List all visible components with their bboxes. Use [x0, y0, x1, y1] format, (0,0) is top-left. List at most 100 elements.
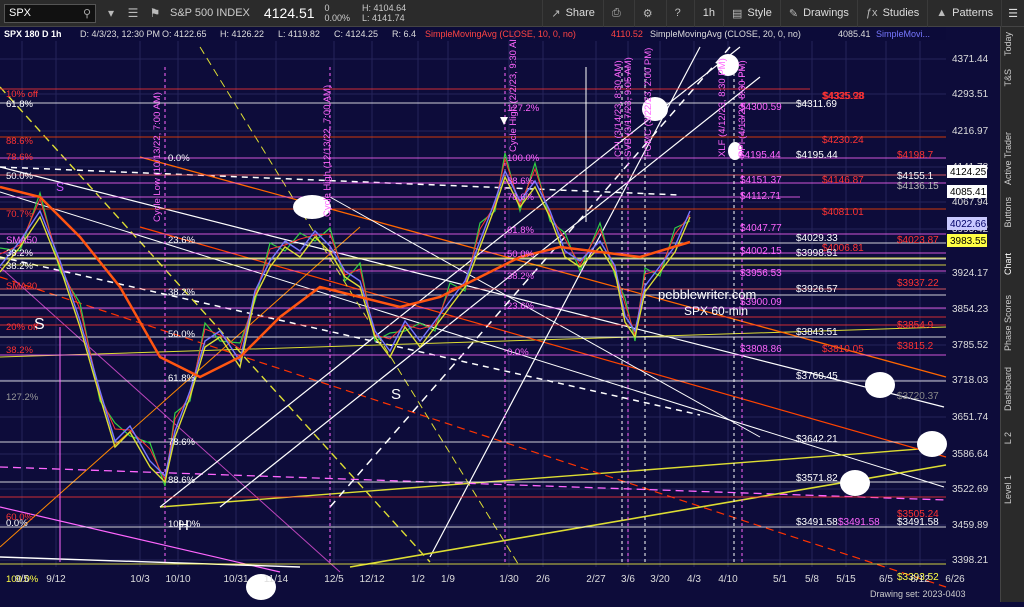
list-icon[interactable]: ☰	[126, 6, 140, 20]
level-price-label: $3720.37	[897, 391, 939, 402]
drawing-set-label: Drawing set: 2023-0403	[870, 589, 966, 599]
brand-watermark: pebblewriter.com	[658, 287, 756, 302]
time-tick-label: 11/14	[264, 574, 289, 585]
level-price-label: $3843.51	[796, 327, 838, 338]
level-price-label: $4047.77	[740, 223, 782, 234]
price-chart[interactable]: $4335.98 $4311.69 $4325.28 $4300.59 $4230.24…	[0, 27, 1000, 602]
right-tab-panel: Today T&S Active Trader Buttons Chart Phase S…	[1000, 27, 1024, 602]
event-marker-circle	[917, 431, 947, 457]
fib-right-label: 61.8%	[507, 225, 534, 236]
search-icon[interactable]: ⚲	[83, 7, 91, 20]
last-price: 4124.51	[263, 5, 315, 21]
level-price-label: $4081.01	[822, 207, 864, 218]
level-price-label: $4230.24	[822, 135, 864, 146]
price-axis[interactable]: 4371.444293.514216.974141.784067.943995.…	[952, 54, 989, 566]
level-price-label: $4146.87	[822, 175, 864, 186]
level-price-label: $3642.21	[796, 434, 838, 445]
right-tab-level-1[interactable]: Level 1	[1003, 475, 1023, 504]
level-price-label: $4151.37	[740, 175, 782, 186]
settings-button[interactable]: ⚙	[633, 0, 666, 27]
fib-left-label: 0.0%	[6, 518, 28, 529]
menu-icon: ☰	[1008, 7, 1018, 20]
fib-left-label: 78.6%	[6, 152, 33, 163]
right-tab-t-s[interactable]: T&S	[1003, 69, 1023, 87]
flag-icon[interactable]: ⚑	[148, 6, 162, 20]
right-tab-today[interactable]: Today	[1003, 32, 1023, 56]
fib-left-label: SMA50	[6, 235, 37, 246]
fib-left-label: 88.6%	[6, 136, 33, 147]
interval-button[interactable]: 1h	[693, 0, 723, 27]
level-price-label: $3998.51	[796, 248, 838, 259]
price-marker-label: 4085.41	[950, 187, 987, 198]
level-price-label: $3815.2	[897, 341, 934, 352]
fib-mid-label: 50.0%	[168, 329, 195, 340]
fib-left-label: 50.0%	[6, 171, 33, 182]
sma20-label: SimpleMovingAvg (CLOSE, 20, 0, no)	[650, 29, 801, 39]
price-tick-label: 3854.23	[952, 304, 989, 315]
change-percent: 0.00%	[324, 13, 351, 23]
more-studies[interactable]: SimpleMovi...	[876, 29, 930, 39]
bar-range: R: 6.4	[392, 29, 416, 39]
time-tick-label: 10/3	[130, 574, 150, 585]
fib-right-label: 78.6%	[507, 192, 534, 203]
price-tick-label: 4216.97	[952, 126, 989, 137]
help-icon: ?	[674, 7, 681, 19]
right-tab-phase-scores[interactable]: Phase Scores	[1003, 295, 1023, 351]
chart-canvas[interactable]: $4335.98$4311.69$4325.28$4300.59$4230.24…	[0, 27, 1000, 602]
time-tick-label: 2/27	[586, 574, 606, 585]
symbol-input[interactable]: SPX ⚲	[4, 3, 96, 23]
price-marker-label: 3983.55	[950, 236, 987, 247]
level-price-label: $4112.71	[740, 191, 781, 202]
level-price-label: $4195.44	[796, 150, 838, 161]
time-tick-label: 1/30	[499, 574, 519, 585]
fib-left-label: 38.2%	[6, 345, 33, 356]
symbol-text: SPX	[9, 7, 32, 19]
fib-left-label: 61.8%	[6, 99, 33, 110]
print-button[interactable]: ⎙	[602, 0, 634, 27]
studies-button[interactable]: ƒx Studies	[856, 0, 927, 27]
fib-left-label: SMA20	[6, 281, 37, 292]
menu-button[interactable]: ☰	[1001, 0, 1024, 27]
patterns-button[interactable]: ▲ Patterns	[927, 0, 1001, 27]
right-tab-dashboard[interactable]: Dashboard	[1003, 367, 1023, 411]
time-tick-label: 4/3	[687, 574, 701, 585]
time-tick-label: 10/31	[223, 574, 248, 585]
studies-label: Studies	[882, 7, 920, 19]
level-price-label: $3937.22	[897, 278, 939, 289]
print-icon: ⎙	[611, 6, 621, 19]
time-tick-label: 9/12	[46, 574, 66, 585]
chart-style-icon: ▤	[731, 7, 743, 20]
style-button[interactable]: ▤ Style	[722, 0, 780, 27]
event-vertical-label: FOMC (3/22/23, 2:00 PM)	[643, 48, 654, 157]
fib-mid-label: 0.0%	[168, 153, 190, 164]
price-tick-label: 4293.51	[952, 89, 989, 100]
time-tick-label: 6/12	[910, 574, 930, 585]
level-price-label: $3810.05	[822, 344, 864, 355]
fib-left-label: 38.2%	[6, 261, 33, 272]
share-button[interactable]: ↗ Share	[542, 0, 603, 27]
fib-mid-label: 23.6%	[168, 235, 195, 246]
price-tick-label: 3785.52	[952, 340, 989, 351]
price-tick-label: 3398.21	[952, 555, 989, 566]
time-tick-label: 2/6	[536, 574, 550, 585]
right-tab-buttons[interactable]: Buttons	[1003, 197, 1023, 228]
event-vertical-label: PPI (4/13/23, 8:30 PM)	[737, 60, 748, 157]
sma10-value: 4110.52	[611, 29, 643, 39]
level-price-label: $3854.9	[897, 320, 934, 331]
dropdown-icon[interactable]: ▾	[104, 6, 118, 20]
price-tick-label: 3459.89	[952, 520, 989, 531]
time-tick-label: 5/1	[773, 574, 787, 585]
help-button[interactable]: ?	[665, 0, 694, 27]
time-tick-label: 6/26	[945, 574, 965, 585]
right-tab-chart[interactable]: Chart	[1003, 253, 1023, 275]
level-price-label: $3926.57	[796, 284, 838, 295]
pencil-icon: ✎	[788, 7, 799, 20]
level-price-label: $3491.58	[897, 517, 939, 528]
right-tab-active-trader[interactable]: Active Trader	[1003, 132, 1023, 185]
event-marker-circle	[840, 470, 870, 496]
drawings-button[interactable]: ✎ Drawings	[779, 0, 857, 27]
right-tab-l-2[interactable]: L 2	[1003, 432, 1023, 444]
level-price-label: $4136.15	[897, 181, 939, 192]
change-block: 0 0.00%	[325, 3, 351, 23]
fib-mid-label: 38.2%	[168, 287, 195, 298]
